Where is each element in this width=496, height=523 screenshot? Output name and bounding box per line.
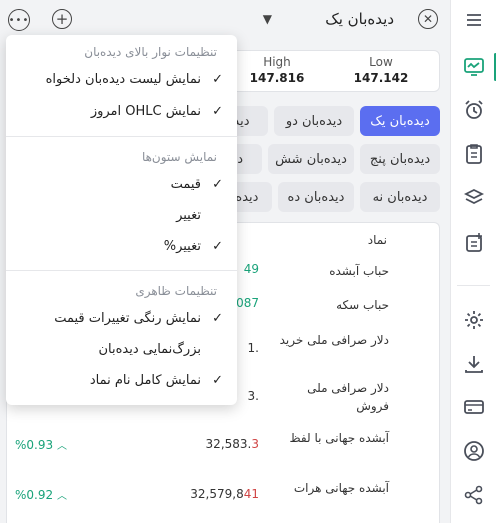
toolbar-divider xyxy=(457,285,490,286)
column-header-symbol[interactable]: نماد xyxy=(368,233,387,247)
menu-section-title: تنظیمات نوار بالای دیده‌بان xyxy=(84,45,217,59)
symbol-name: آبشده جهانی هرات xyxy=(293,481,389,495)
table-row[interactable]: آبشده جهانی هرات 32,579,841 %0.92 ︿ xyxy=(7,475,439,523)
watchlist-panel: ✕ دیده‌بان یک ▼ + ••• Low 147.142 High 1… xyxy=(0,0,450,523)
tab-watchlist-6[interactable]: دیده‌بان شش xyxy=(268,144,354,174)
symbol-name: دلار صرافی ملی فروش xyxy=(307,381,389,413)
tab-watchlist-2[interactable]: دیده‌بان دو xyxy=(274,106,354,136)
menu-item-show-custom-list[interactable]: نمایش لیست دیده‌بان دلخواه xyxy=(46,72,201,87)
menu-section-title: تنظیمات ظاهری xyxy=(135,284,217,298)
check-icon: ✓ xyxy=(212,177,223,192)
price-value: 32,583.3 xyxy=(206,437,259,451)
chart-monitor-icon[interactable] xyxy=(451,47,496,87)
price-main: 32,583. xyxy=(205,437,252,451)
menu-divider xyxy=(6,136,237,137)
high-cell: High 147.816 xyxy=(237,55,317,85)
price-tail: 3 xyxy=(251,437,259,451)
change-percent: %0.92 xyxy=(15,488,54,502)
tab-watchlist-5[interactable]: دیده‌بان پنج xyxy=(360,144,440,174)
alarm-clock-icon[interactable] xyxy=(451,90,496,130)
download-icon[interactable] xyxy=(451,344,496,384)
check-icon: ✓ xyxy=(212,104,223,119)
tab-watchlist-10[interactable]: دیده‌بان ده xyxy=(278,182,354,212)
menu-item-change-percent[interactable]: تغییر% xyxy=(164,239,201,254)
menu-section-title: نمایش ستون‌ها xyxy=(141,150,217,164)
low-value: 147.142 xyxy=(353,71,409,85)
settings-icon[interactable] xyxy=(451,300,496,340)
chevron-down-icon[interactable]: ▼ xyxy=(263,12,272,26)
low-label: Low xyxy=(369,55,393,69)
price-value: 49 xyxy=(243,262,259,276)
menu-item-full-symbol-name[interactable]: نمایش کامل نام نماد xyxy=(90,373,201,388)
change-percent: %0.93 xyxy=(15,438,54,452)
high-value: 147.816 xyxy=(249,71,305,85)
price-main: 32,579,8 xyxy=(190,487,244,501)
price-value: 3. xyxy=(247,389,259,403)
add-list-icon[interactable] xyxy=(451,222,496,262)
menu-item-price[interactable]: قیمت xyxy=(171,177,201,192)
menu-item-show-ohlc[interactable]: نمایش OHLC امروز xyxy=(91,104,201,119)
symbol-name: حباب سکه xyxy=(336,298,389,312)
table-row[interactable]: آبشده جهانی با لفظ 32,583.3 %0.93 ︿ xyxy=(7,425,439,473)
menu-item-zoom-watchlist[interactable]: بزرگ‌نمایی دیده‌بان xyxy=(98,342,201,357)
tab-watchlist-1[interactable]: دیده‌بان یک xyxy=(360,106,440,136)
menu-item-change[interactable]: تغییر xyxy=(176,208,201,223)
user-icon[interactable] xyxy=(451,431,496,471)
layers-icon[interactable] xyxy=(451,178,496,218)
check-icon: ✓ xyxy=(212,239,223,254)
change-value: %0.92 ︿ xyxy=(15,487,67,502)
check-icon: ✓ xyxy=(212,72,223,87)
arrow-up-icon: ︿ xyxy=(56,441,67,452)
side-toolbar xyxy=(450,0,496,523)
price-value: 32,579,841 xyxy=(190,487,259,501)
high-label: High xyxy=(263,55,291,69)
change-value: %0.93 ︿ xyxy=(15,437,67,452)
tab-watchlist-9[interactable]: دیده‌بان نه xyxy=(360,182,440,212)
add-icon[interactable]: + xyxy=(52,9,72,29)
arrow-up-icon: ︿ xyxy=(56,491,67,502)
share-icon[interactable] xyxy=(451,475,496,515)
check-icon: ✓ xyxy=(212,311,223,326)
watchlist-header: ✕ دیده‌بان یک ▼ + ••• xyxy=(0,0,450,38)
price-tail: 41 xyxy=(243,487,259,501)
card-icon[interactable] xyxy=(451,387,496,427)
watchlist-title[interactable]: دیده‌بان یک xyxy=(325,10,394,28)
menu-item-color-changes[interactable]: نمایش رنگی تغییرات قیمت xyxy=(54,311,201,326)
price-value: 1. xyxy=(247,341,259,355)
clipboard-icon[interactable] xyxy=(451,134,496,174)
symbol-name: دلار صرافی ملی خرید xyxy=(279,333,389,347)
close-icon[interactable]: ✕ xyxy=(418,9,438,29)
low-cell: Low 147.142 xyxy=(341,55,421,85)
menu-icon[interactable] xyxy=(451,0,496,40)
menu-divider xyxy=(6,270,237,271)
more-options-icon[interactable]: ••• xyxy=(8,9,30,31)
watchlist-settings-menu: تنظیمات نوار بالای دیده‌بان ✓ نمایش لیست… xyxy=(6,35,237,405)
check-icon: ✓ xyxy=(212,373,223,388)
symbol-name: حباب آبشده xyxy=(329,264,389,278)
symbol-name: آبشده جهانی با لفظ xyxy=(289,431,389,445)
